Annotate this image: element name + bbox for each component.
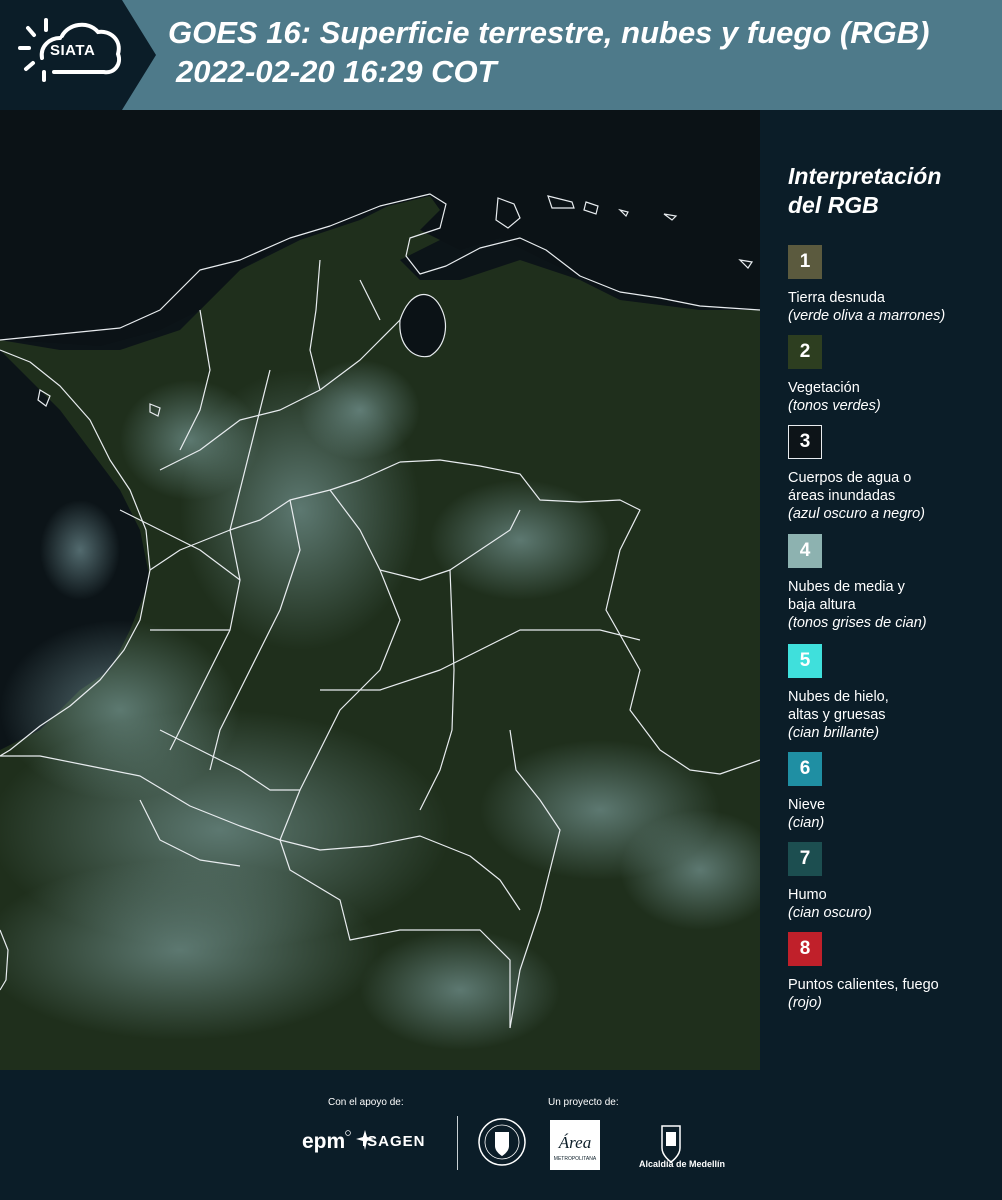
legend-title: Interpretación del RGB [788,163,942,218]
legend-desc: (cian oscuro) [788,905,872,921]
isagen-logo: ISAGEN [362,1133,426,1150]
legend-swatch: 4 [788,534,822,568]
legend-item-water: 3 Cuerpos de agua o áreas inundadas (azu… [788,425,998,523]
footer: Con el apoyo de: Un proyecto de: epm ISA… [0,1070,1002,1200]
legend-panel: Interpretación del RGB 1 Tierra desnuda … [760,110,1002,1070]
siata-logo-text: SIATA [50,42,96,59]
legend-desc: (cian) [788,815,825,831]
legend-desc: (azul oscuro a negro) [788,506,926,522]
header: SIATA GOES 16: Superficie terrestre, nub… [0,0,1002,110]
legend-item-vegetation: 2 Vegetación (tonos verdes) [788,335,998,415]
satellite-map [0,110,760,1070]
legend-label: Cuerpos de agua o áreas inundadas [788,470,912,504]
legend-desc: (verde oliva a marrones) [788,308,946,324]
legend-label: Nubes de media y baja altura [788,579,905,613]
project-label: Un proyecto de: [548,1097,619,1108]
area-metropolitana-logo: Área METROPOLITANA [550,1120,600,1170]
legend-desc: (cian brillante) [788,725,880,741]
legend-swatch: 5 [788,644,822,678]
page-title: GOES 16: Superficie terrestre, nubes y f… [168,15,930,50]
legend-swatch: 6 [788,752,822,786]
legend-label: Nubes de hielo, altas y gruesas [788,689,889,723]
legend-label: Humo [788,887,827,903]
legend-label: Puntos calientes, fuego [788,977,939,993]
timestamp: 2022-02-20 16:29 COT [176,54,497,89]
medellin-logo-text: Alcaldía de Medellín [639,1159,726,1169]
legend-swatch: 3 [788,425,822,459]
legend-item-smoke: 7 Humo (cian oscuro) [788,842,998,922]
divider [457,1116,458,1170]
support-label: Con el apoyo de: [328,1097,404,1108]
legend-label: Vegetación [788,380,860,396]
legend-item-bare-soil: 1 Tierra desnuda (verde oliva a marrones… [788,245,998,325]
registered-icon [345,1130,351,1136]
area-logo-subtext: METROPOLITANA [554,1156,597,1162]
legend-desc: (tonos verdes) [788,398,881,414]
legend-swatch: 1 [788,245,822,279]
epm-logo: epm [302,1130,346,1153]
legend-desc: (tonos grises de cian) [788,615,927,631]
legend-item-fire: 8 Puntos calientes, fuego (rojo) [788,932,998,1012]
legend-swatch: 8 [788,932,822,966]
legend-item-ice-clouds: 5 Nubes de hielo, altas y gruesas (cian … [788,644,998,742]
legend-swatch: 7 [788,842,822,876]
legend-item-snow: 6 Nieve (cian) [788,752,998,832]
legend-desc: (rojo) [788,995,822,1011]
legend-item-mid-low-clouds: 4 Nubes de media y baja altura (tonos gr… [788,534,998,632]
legend-label: Tierra desnuda [788,290,885,306]
legend-swatch: 2 [788,335,822,369]
legend-label: Nieve [788,797,826,813]
area-logo-text: Área [558,1133,591,1152]
university-seal-icon [478,1118,526,1166]
